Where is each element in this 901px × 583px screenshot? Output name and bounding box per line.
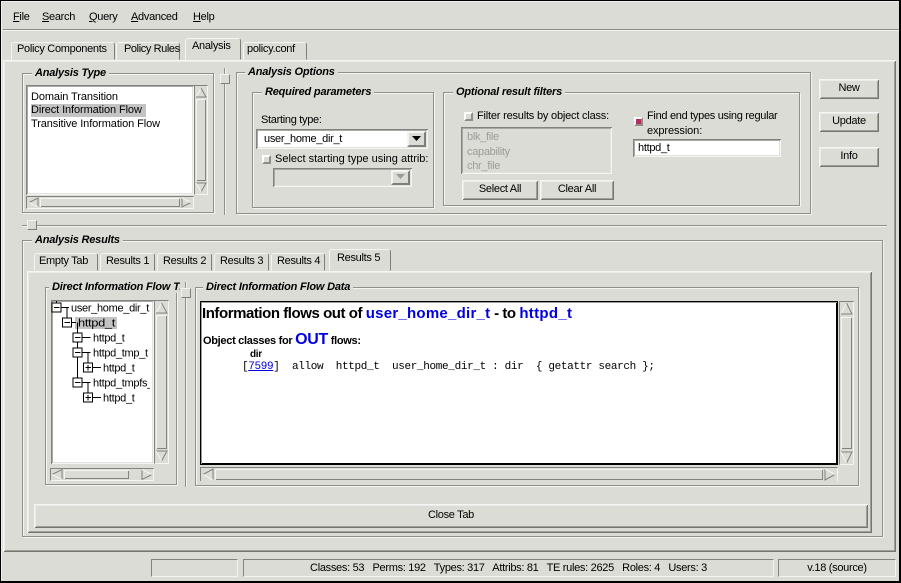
- svg-text:httpd_tmpfs_: httpd_tmpfs_: [93, 378, 150, 390]
- svg-text:httpd_t: httpd_t: [78, 318, 115, 330]
- svg-text:httpd_t: httpd_t: [103, 363, 135, 375]
- svg-text:user_home_dir_t: user_home_dir_t: [71, 303, 149, 315]
- svg-text:httpd_t: httpd_t: [93, 333, 125, 345]
- svg-text:httpd_tmp_t: httpd_tmp_t: [93, 348, 148, 360]
- svg-text:httpd_t: httpd_t: [103, 393, 135, 405]
